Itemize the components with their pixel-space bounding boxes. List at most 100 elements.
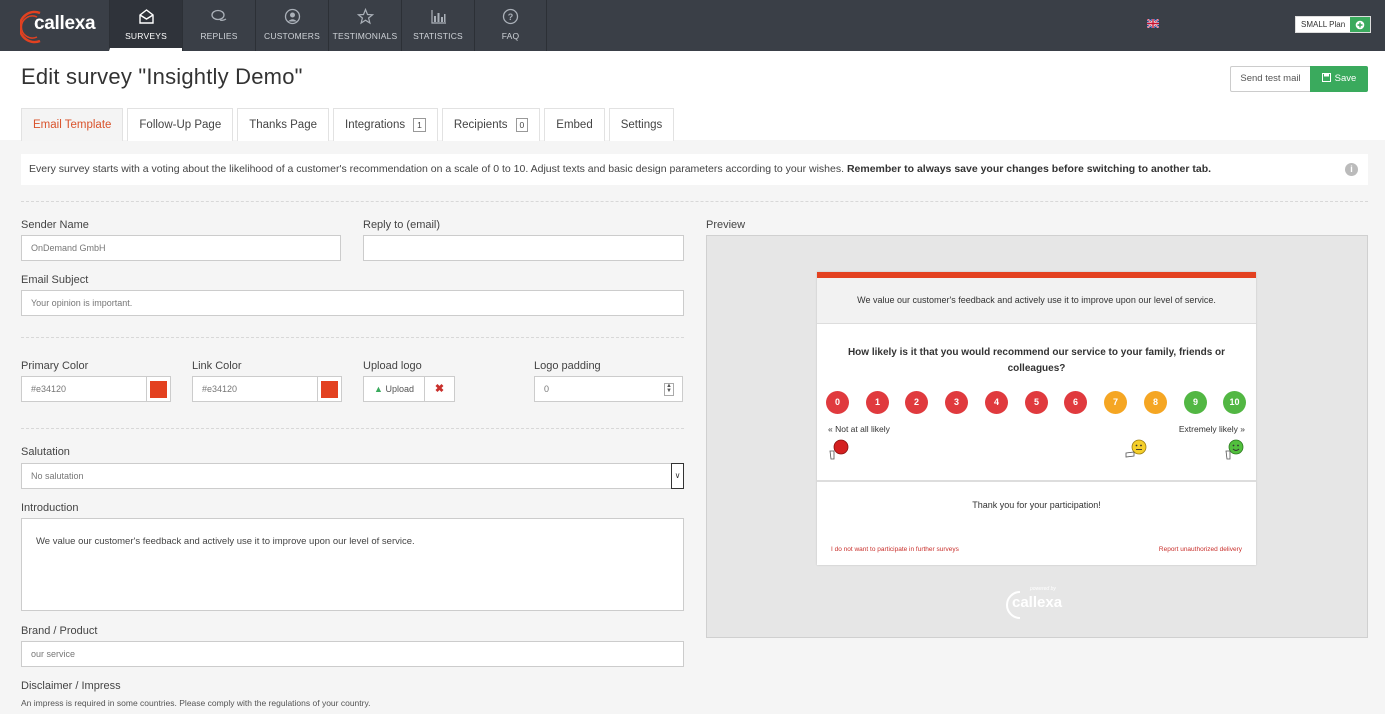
count-badge: 1 — [413, 118, 426, 132]
main-nav: SURVEYS REPLIES CUSTOMERS TESTIMONIALS S… — [109, 0, 547, 51]
sender-name-label: Sender Name — [21, 219, 89, 231]
remove-logo-button[interactable]: ✖ — [424, 376, 455, 402]
score-9[interactable]: 9 — [1184, 391, 1207, 414]
card-divider — [817, 480, 1256, 482]
divider — [21, 428, 684, 429]
nav-label: STATISTICS — [413, 31, 463, 41]
score-8[interactable]: 8 — [1144, 391, 1167, 414]
primary-color-input[interactable]: #e34120 — [21, 376, 147, 402]
disclaimer-label: Disclaimer / Impress — [21, 680, 121, 692]
info-bold-text: Remember to always save your changes bef… — [846, 163, 1212, 175]
tab-label: Settings — [620, 119, 663, 131]
extremely-likely-label: Extremely likely » — [1178, 424, 1245, 434]
preview-header-text: We value our customer's feedback and act… — [817, 278, 1256, 324]
score-1[interactable]: 1 — [866, 391, 889, 414]
brand-label: Brand / Product — [21, 625, 98, 637]
question-circle-icon: ? — [502, 8, 519, 25]
plan-indicator[interactable]: SMALL Plan — [1295, 16, 1372, 33]
chevron-down-icon[interactable]: ∨ — [671, 463, 684, 489]
star-icon — [356, 8, 374, 25]
brand-input[interactable]: our service — [21, 641, 684, 667]
nav-label: CUSTOMERS — [264, 31, 320, 41]
score-2[interactable]: 2 — [905, 391, 928, 414]
sender-name-input[interactable]: OnDemand GmbH — [21, 235, 341, 261]
nav-customers[interactable]: CUSTOMERS — [255, 0, 328, 51]
score-7[interactable]: 7 — [1104, 391, 1127, 414]
save-label: Save — [1334, 73, 1357, 84]
tab-email-template[interactable]: Email Template — [21, 108, 124, 141]
send-test-mail-button[interactable]: Send test mail — [1230, 66, 1311, 92]
info-bar: Every survey starts with a voting about … — [21, 154, 1368, 185]
opt-out-link[interactable]: I do not want to participate in further … — [831, 546, 959, 553]
tab-thanks-page[interactable]: Thanks Page — [237, 108, 329, 141]
tab-label: Recipients — [453, 119, 508, 131]
svg-text:?: ? — [508, 12, 514, 22]
tab-recipients[interactable]: Recipients 0 — [441, 108, 541, 141]
logo-padding-label: Logo padding — [534, 360, 601, 372]
tab-label: Thanks Page — [249, 119, 317, 131]
number-spinner[interactable]: ▲ ▼ — [664, 383, 674, 396]
tab-embed[interactable]: Embed — [544, 108, 605, 141]
not-likely-label: « Not at all likely — [828, 424, 890, 434]
score-4[interactable]: 4 — [985, 391, 1008, 414]
tab-label: Embed — [556, 119, 593, 131]
neutral-smiley-icon — [1125, 439, 1147, 458]
score-0[interactable]: 0 — [826, 391, 849, 414]
introduction-textarea[interactable]: We value our customer's feedback and act… — [21, 518, 684, 611]
divider — [21, 201, 1368, 202]
tab-settings[interactable]: Settings — [608, 108, 675, 141]
upload-label: Upload — [385, 384, 414, 394]
score-5[interactable]: 5 — [1025, 391, 1048, 414]
logo-text: callexa — [34, 13, 96, 34]
close-icon: ✖ — [434, 383, 445, 395]
nav-label: SURVEYS — [125, 31, 167, 41]
logo-padding-input[interactable]: 0 ▲ ▼ — [534, 376, 683, 402]
preview-label: Preview — [706, 219, 746, 231]
reply-to-label: Reply to (email) — [363, 219, 441, 231]
tab-integrations[interactable]: Integrations 1 — [333, 108, 438, 141]
user-circle-icon — [284, 8, 300, 25]
save-button[interactable]: Save — [1310, 66, 1368, 92]
plan-label: SMALL Plan — [1301, 20, 1346, 29]
email-subject-input[interactable]: Your opinion is important. — [21, 290, 684, 316]
primary-color-label: Primary Color — [21, 360, 89, 372]
tab-follow-up-page[interactable]: Follow-Up Page — [127, 108, 234, 141]
floppy-icon — [1321, 73, 1331, 82]
primary-color-swatch[interactable] — [146, 376, 171, 402]
uk-flag-icon[interactable] — [1147, 19, 1159, 28]
report-link[interactable]: Report unauthorized delivery — [1159, 546, 1242, 553]
upload-logo-label: Upload logo — [363, 360, 422, 372]
nav-label: REPLIES — [200, 31, 238, 41]
upload-icon: ▲ — [374, 384, 383, 394]
score-6[interactable]: 6 — [1064, 391, 1087, 414]
thanks-text: Thank you for your participation! — [972, 500, 1101, 510]
email-preview-card: We value our customer's feedback and act… — [817, 272, 1256, 565]
link-color-swatch[interactable] — [317, 376, 342, 402]
email-subject-label: Email Subject — [21, 274, 89, 286]
salutation-value: No salutation — [31, 471, 84, 481]
color-swatch — [150, 380, 167, 398]
info-icon[interactable]: i — [1345, 163, 1358, 176]
disclaimer-hint: An impress is required in some countries… — [21, 698, 371, 708]
divider — [21, 337, 684, 338]
nav-statistics[interactable]: STATISTICS — [401, 0, 474, 51]
nav-replies[interactable]: REPLIES — [182, 0, 255, 51]
plus-circle-icon[interactable] — [1350, 17, 1371, 32]
bar-chart-icon — [430, 10, 446, 24]
salutation-select[interactable]: No salutation ∨ — [21, 463, 684, 489]
reply-to-input[interactable] — [363, 235, 684, 261]
nav-surveys[interactable]: SURVEYS — [109, 0, 182, 51]
score-10[interactable]: 10 — [1223, 391, 1246, 414]
link-color-input[interactable]: #e34120 — [192, 376, 318, 402]
nav-faq[interactable]: ? FAQ — [474, 0, 547, 51]
color-swatch — [321, 380, 338, 398]
nav-label: FAQ — [501, 31, 520, 41]
callexa-logo[interactable]: callexa — [20, 7, 96, 45]
link-color-label: Link Color — [192, 360, 242, 372]
upload-logo-button[interactable]: ▲ Upload — [363, 376, 425, 402]
score-3[interactable]: 3 — [945, 391, 968, 414]
nav-testimonials[interactable]: TESTIMONIALS — [328, 0, 401, 51]
info-text: Every survey starts with a voting about … — [29, 163, 847, 175]
tab-label: Integrations — [345, 119, 406, 131]
count-badge: 0 — [515, 118, 529, 132]
